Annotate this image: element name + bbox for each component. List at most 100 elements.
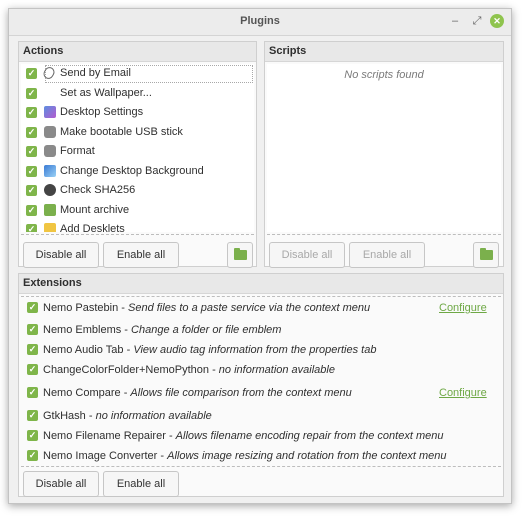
extensions-list[interactable]: ✓ Nemo Pastebin - Send files to a paste s… [21,298,501,464]
action-checkbox[interactable]: ✓ [26,185,37,196]
extension-description: no information available [218,364,335,376]
action-row[interactable]: ✓ Set as Wallpaper... [21,84,254,103]
actions-panel: Actions ✓ Send by Email ✓ Set as Wallpaper.… [18,41,257,268]
scripts-enable-all-button[interactable]: Enable all [349,242,425,268]
action-checkbox[interactable]: ✓ [26,204,37,216]
action-checkbox[interactable]: ✓ [26,165,37,177]
action-row[interactable]: ✓ Change Desktop Background [21,162,254,181]
action-row[interactable]: ✓ Send by Email [21,64,254,83]
separator: - [120,387,131,399]
configure-link[interactable]: Configure [439,298,487,318]
extension-checkbox[interactable]: ✓ [27,450,38,461]
folder-icon [234,248,247,260]
gear-icon [44,184,56,196]
action-label: Set as Wallpaper... [60,86,152,99]
separator: - [123,344,134,356]
close-icon[interactable]: ✕ [490,14,504,28]
action-row[interactable]: ✓ Format [21,142,254,161]
folder-icon [480,248,493,260]
divider [21,296,501,297]
actions-disable-all-button[interactable]: Disable all [23,242,99,268]
no-scripts-text: No scripts found [344,69,424,81]
separator: - [209,364,219,376]
action-checkbox[interactable]: ✓ [26,107,37,118]
extension-row[interactable]: ✓ Nemo Emblems - Change a folder or file … [21,320,501,340]
extension-row[interactable]: ✓ ChangeColorFolder+NemoPython - no infor… [21,360,501,380]
extensions-disable-all-button[interactable]: Disable all [23,471,99,497]
actions-enable-all-button[interactable]: Enable all [103,242,179,268]
separator: - [118,302,128,314]
extension-checkbox[interactable]: ✓ [27,302,38,313]
action-checkbox[interactable]: ✓ [26,87,37,99]
desklet-icon [44,223,56,232]
action-label: Format [60,145,95,157]
scripts-disable-all-button[interactable]: Disable all [269,242,345,268]
extension-row[interactable]: ✓ Nemo Compare - Allows file comparison f… [21,383,501,403]
scripts-header: Scripts [265,42,503,62]
extension-row[interactable]: ✓ Nemo Pastebin - Send files to a paste s… [21,298,501,318]
scripts-list[interactable]: No scripts found [267,64,501,232]
extension-name: GtkHash [43,410,86,422]
extension-checkbox[interactable]: ✓ [27,344,38,355]
usb-icon [44,145,56,157]
actions-open-folder-button[interactable] [227,242,253,268]
actions-header: Actions [19,42,256,62]
action-row[interactable]: ✓ Make bootable USB stick [21,123,254,142]
action-row[interactable]: ✓ Check SHA256 [21,181,254,200]
divider [21,234,254,235]
extension-checkbox[interactable]: ✓ [27,410,38,421]
extensions-header: Extensions [19,274,503,294]
folder-icon [44,203,56,216]
background-icon [44,164,56,177]
scripts-open-folder-button[interactable] [473,242,499,268]
extension-name: Nemo Pastebin [43,302,119,314]
paperclip-icon [41,65,57,81]
desktop-settings-icon [44,106,56,118]
extension-description: Change a folder or file emblem [131,324,282,336]
extensions-enable-all-button[interactable]: Enable all [103,471,179,497]
action-row[interactable]: ✓ Mount archive [21,201,254,220]
action-label: Desktop Settings [60,106,144,118]
action-label: Add Desklets [60,223,125,232]
action-row[interactable]: ✓ Desktop Settings [21,103,254,122]
extension-name: Nemo Compare [43,387,121,399]
extension-row[interactable]: ✓ Nemo Audio Tab - View audio tag informa… [21,340,501,360]
separator: - [121,324,132,336]
extension-name: Nemo Audio Tab [43,344,124,356]
extension-checkbox[interactable]: ✓ [27,364,38,375]
extension-name: ChangeColorFolder+NemoPython [43,364,210,376]
actions-list[interactable]: ✓ Send by Email ✓ Set as Wallpaper... ✓ Deskt… [21,64,254,232]
usb-icon [44,125,56,138]
extension-description: Send files to a paste service via the co… [128,302,371,314]
action-label: Check SHA256 [60,184,136,196]
extension-checkbox[interactable]: ✓ [27,387,38,398]
window-title: Plugins [240,15,280,27]
extension-description: Allows image resizing and rotation from … [167,450,447,462]
action-label: Send by Email [60,67,131,79]
extension-row[interactable]: ✓ GtkHash - no information available [21,406,501,426]
action-checkbox[interactable]: ✓ [26,146,37,157]
extension-description: Allows filename encoding repair from the… [175,430,444,442]
extension-name: Nemo Image Converter [43,450,158,462]
title-bar[interactable]: Plugins ‒ ⤢ ✕ [9,9,511,36]
separator: - [85,410,96,422]
action-label: Make bootable USB stick [60,125,183,138]
extension-row[interactable]: ✓ Nemo Filename Repairer - Allows filenam… [21,426,501,446]
extension-name: Nemo Filename Repairer [43,430,166,442]
minimize-icon[interactable]: ‒ [448,14,462,28]
plugins-window: Plugins ‒ ⤢ ✕ Actions ✓ Send by Email ✓ Set… [8,8,512,504]
configure-link[interactable]: Configure [439,383,487,403]
action-checkbox[interactable]: ✓ [26,224,37,232]
action-checkbox[interactable]: ✓ [26,68,37,79]
divider [21,466,501,467]
extension-row[interactable]: ✓ Nemo Image Converter - Allows image res… [21,446,501,464]
extension-description: no information available [95,410,212,422]
divider [267,234,501,235]
extension-checkbox[interactable]: ✓ [27,430,38,441]
extension-checkbox[interactable]: ✓ [27,324,38,335]
action-label: Change Desktop Background [60,164,204,177]
maximize-icon[interactable]: ⤢ [470,14,484,28]
action-row[interactable]: ✓ Add Desklets [21,220,254,232]
separator: - [157,450,168,462]
action-checkbox[interactable]: ✓ [26,126,37,138]
